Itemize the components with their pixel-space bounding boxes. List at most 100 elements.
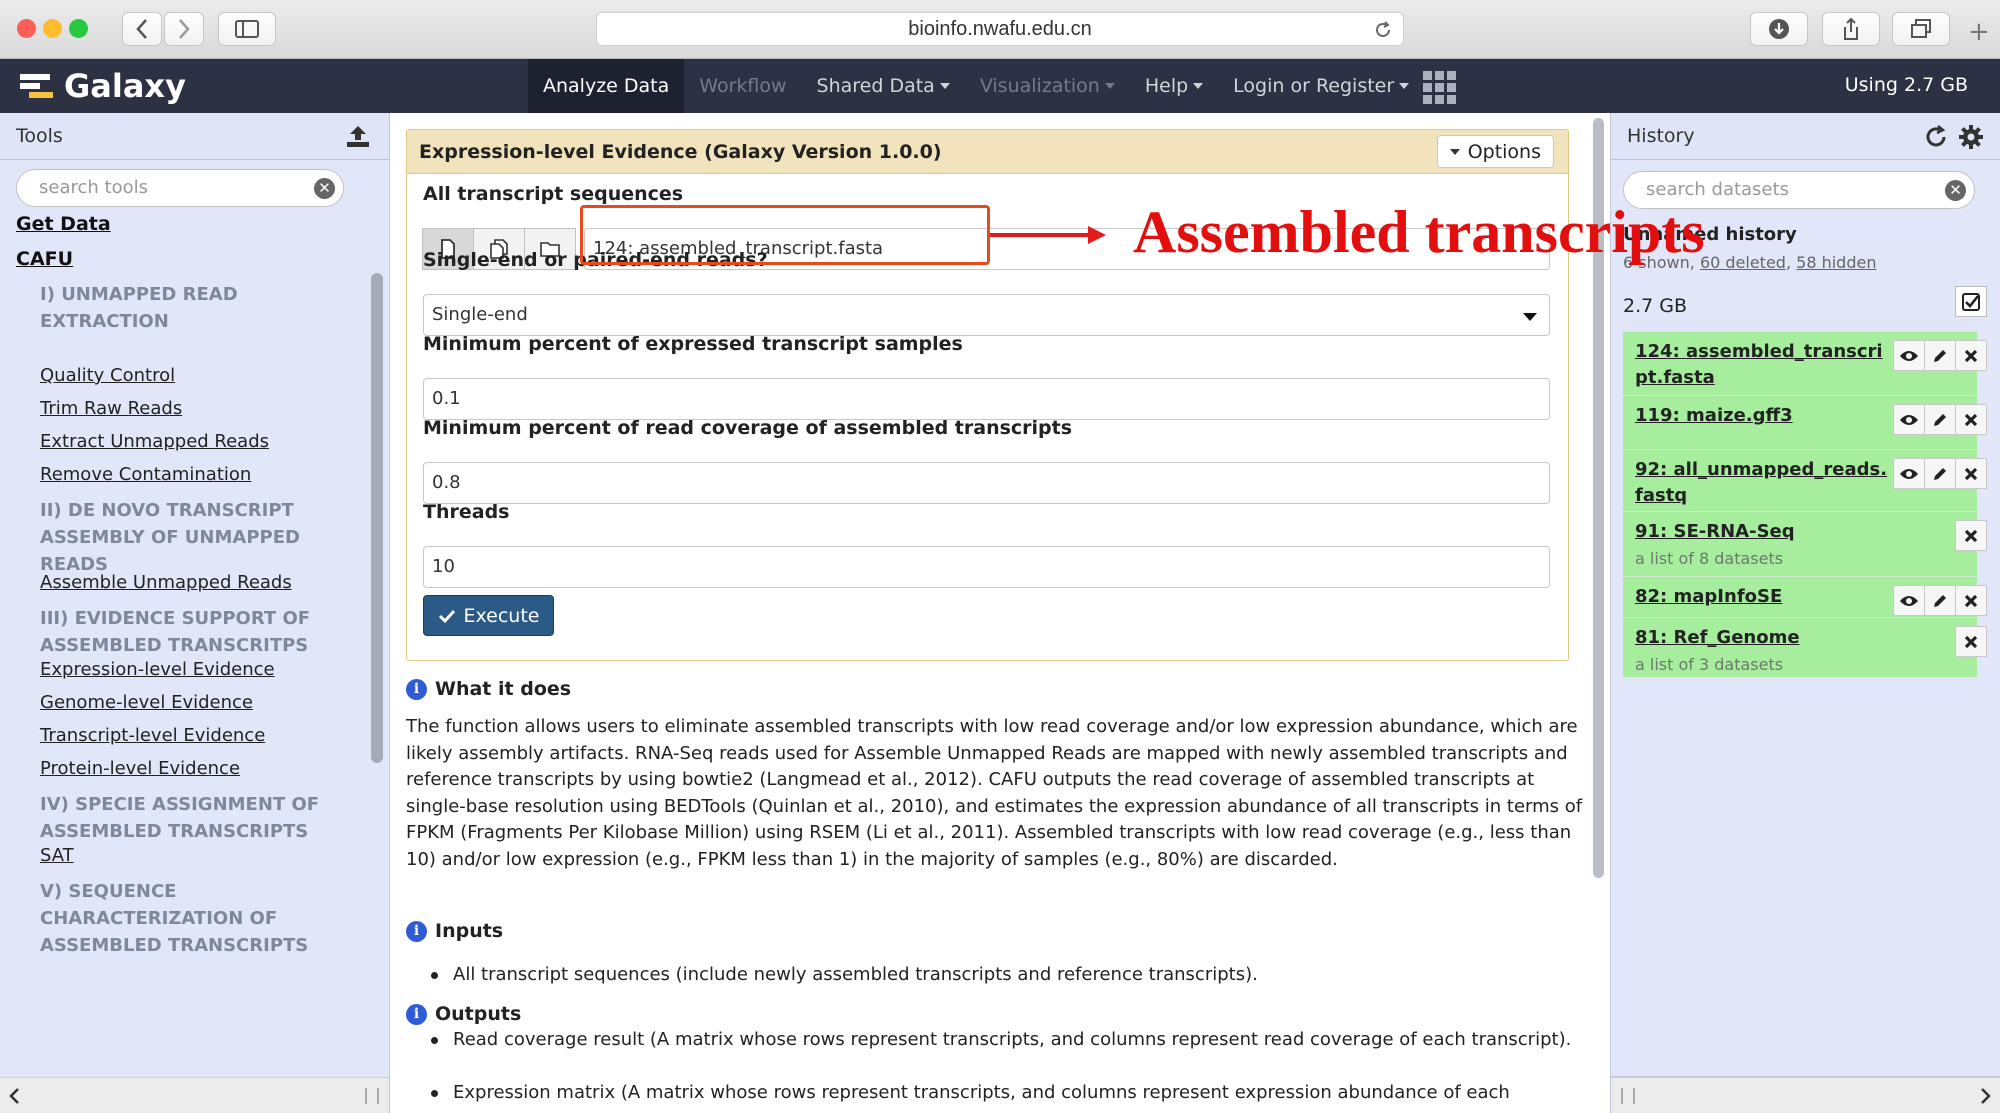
annotation-arrow-icon xyxy=(1088,226,1106,244)
inputs-heading: i Inputs xyxy=(406,920,503,942)
nav-item-login-or-register[interactable]: Login or Register xyxy=(1218,59,1424,113)
clear-search-icon[interactable]: ✕ xyxy=(314,178,335,199)
sidebar-toggle-button[interactable] xyxy=(218,12,276,46)
upload-icon[interactable] xyxy=(345,124,371,148)
apps-grid-icon[interactable] xyxy=(1423,71,1456,104)
nav-item-visualization[interactable]: Visualization xyxy=(965,59,1130,113)
reload-icon[interactable] xyxy=(1373,20,1393,40)
inputs-list-item: All transcript sequences (include newly … xyxy=(431,962,1573,989)
clear-search-icon[interactable]: ✕ xyxy=(1945,180,1966,201)
gear-icon[interactable] xyxy=(1958,124,1984,150)
sidebar-icon xyxy=(235,20,259,38)
tool-link-assemble-unmapped-reads[interactable]: Assemble Unmapped Reads xyxy=(40,572,292,593)
delete-icon[interactable] xyxy=(1955,458,1987,489)
history-item-title[interactable]: 91: SE-RNA-Seq xyxy=(1635,519,1795,545)
eye-icon[interactable] xyxy=(1893,585,1925,616)
hidden-link[interactable]: 58 hidden xyxy=(1796,253,1876,272)
history-item-title[interactable]: 124: assembled_transcri xyxy=(1635,339,1883,365)
delete-icon[interactable] xyxy=(1955,520,1987,551)
tool-link-sat[interactable]: SAT xyxy=(40,845,74,866)
history-item-title-cont[interactable]: pt.fasta xyxy=(1635,365,1715,391)
history-item[interactable]: 82: mapInfoSE xyxy=(1623,576,1987,617)
history-item-title-cont[interactable]: fastq xyxy=(1635,483,1687,509)
execute-button[interactable]: Execute xyxy=(423,595,554,636)
history-item-subtitle: a list of 3 datasets xyxy=(1635,655,1784,674)
address-bar[interactable]: bioinfo.nwafu.edu.cn xyxy=(596,12,1404,46)
history-item[interactable]: 124: assembled_transcri pt.fasta xyxy=(1623,331,1987,395)
tools-scrollbar[interactable] xyxy=(371,273,383,763)
eye-icon[interactable] xyxy=(1893,340,1925,371)
tool-link-get-data[interactable]: Get Data xyxy=(16,213,111,235)
history-item[interactable]: 91: SE-RNA-Seq a list of 8 datasets xyxy=(1623,511,1987,576)
tools-horizontal-scrollbar[interactable] xyxy=(0,1077,389,1113)
tool-list: Get Data CAFU I) UNMAPPED READ EXTRACTION Q… xyxy=(0,213,368,1073)
scroll-right-icon[interactable] xyxy=(1980,1087,1992,1105)
tool-link-cafu[interactable]: CAFU xyxy=(16,248,73,270)
min-coverage-input[interactable]: 0.8 xyxy=(423,462,1550,504)
history-item[interactable]: 81: Ref_Genomea list of 3 datasets xyxy=(1623,617,1987,677)
tool-link-genome-level-evidence[interactable]: Genome-level Evidence xyxy=(40,692,253,713)
nav-item-analyze-data[interactable]: Analyze Data xyxy=(528,59,685,113)
eye-icon[interactable] xyxy=(1893,458,1925,489)
nav-item-shared-data[interactable]: Shared Data xyxy=(802,59,965,113)
select-items-button[interactable] xyxy=(1955,286,1987,317)
tool-link-trim-raw-reads[interactable]: Trim Raw Reads xyxy=(40,398,182,419)
history-horizontal-scrollbar[interactable] xyxy=(1611,1077,2000,1113)
field-label-min-coverage: Minimum percent of read coverage of asse… xyxy=(423,417,1073,439)
tool-link-expression-level-evidence[interactable]: Expression-level Evidence xyxy=(40,659,275,680)
pencil-icon[interactable] xyxy=(1924,458,1956,489)
tools-panel: Tools search tools ✕ Get Data CAFU I) UNMA… xyxy=(0,113,390,1113)
outputs-title: Outputs xyxy=(435,1003,522,1025)
tool-link-quality-control[interactable]: Quality Control xyxy=(40,365,175,386)
tool-search-input[interactable]: search tools ✕ xyxy=(16,169,344,207)
delete-icon[interactable] xyxy=(1955,626,1987,657)
close-window-button[interactable] xyxy=(17,19,36,38)
delete-icon[interactable] xyxy=(1955,340,1987,371)
downloads-button[interactable] xyxy=(1750,12,1808,46)
minimize-window-button[interactable] xyxy=(43,19,62,38)
history-item[interactable]: 119: maize.gff3 xyxy=(1623,395,1987,449)
threads-input[interactable]: 10 xyxy=(423,546,1550,588)
scroll-left-icon[interactable] xyxy=(8,1087,20,1105)
options-label: Options xyxy=(1467,140,1541,163)
min-expressed-input[interactable]: 0.1 xyxy=(423,378,1550,420)
pencil-icon[interactable] xyxy=(1924,585,1956,616)
history-item-actions xyxy=(1955,520,1987,551)
tool-link-remove-contamination[interactable]: Remove Contamination xyxy=(40,464,251,485)
history-item-title[interactable]: 81: Ref_Genome xyxy=(1635,625,1800,651)
deleted-link[interactable]: 60 deleted xyxy=(1700,253,1786,272)
share-button[interactable] xyxy=(1822,12,1880,46)
history-item-title[interactable]: 119: maize.gff3 xyxy=(1635,403,1793,429)
resize-grip-icon[interactable] xyxy=(365,1088,379,1104)
annotation-arrow-shaft xyxy=(990,233,1092,237)
refresh-icon[interactable] xyxy=(1924,125,1948,149)
zoom-window-button[interactable] xyxy=(69,19,88,38)
delete-icon[interactable] xyxy=(1955,404,1987,435)
resize-grip-icon[interactable] xyxy=(1621,1088,1635,1104)
tool-link-protein-level-evidence[interactable]: Protein-level Evidence xyxy=(40,758,240,779)
galaxy-logo[interactable]: Galaxy xyxy=(20,65,186,107)
tool-form-title: Expression-level Evidence (Galaxy Versio… xyxy=(419,140,942,163)
pencil-icon[interactable] xyxy=(1924,340,1956,371)
nav-item-help[interactable]: Help xyxy=(1130,59,1218,113)
history-item-title[interactable]: 92: all_unmapped_reads. xyxy=(1635,457,1887,483)
history-item[interactable]: 92: all_unmapped_reads. fastq xyxy=(1623,449,1987,511)
pencil-icon[interactable] xyxy=(1924,404,1956,435)
forward-button[interactable] xyxy=(164,12,204,46)
tool-link-transcript-level-evidence[interactable]: Transcript-level Evidence xyxy=(40,725,265,746)
nav-item-workflow[interactable]: Workflow xyxy=(684,59,801,113)
new-tab-icon[interactable]: + xyxy=(1968,19,1990,45)
checkbox-icon xyxy=(1962,292,1980,311)
outputs-heading: i Outputs xyxy=(406,1003,521,1025)
tool-link-extract-unmapped-reads[interactable]: Extract Unmapped Reads xyxy=(40,431,269,452)
back-button[interactable] xyxy=(122,12,162,46)
history-item-title[interactable]: 82: mapInfoSE xyxy=(1635,584,1782,610)
options-button[interactable]: Options xyxy=(1436,135,1554,168)
tabs-overview-button[interactable] xyxy=(1892,12,1950,46)
read-type-select[interactable]: Single-end xyxy=(423,294,1550,336)
delete-icon[interactable] xyxy=(1955,585,1987,616)
eye-icon[interactable] xyxy=(1893,404,1925,435)
info-icon: i xyxy=(406,920,427,942)
tool-search-placeholder: search tools xyxy=(39,177,148,198)
what-it-does-title: What it does xyxy=(435,678,572,700)
